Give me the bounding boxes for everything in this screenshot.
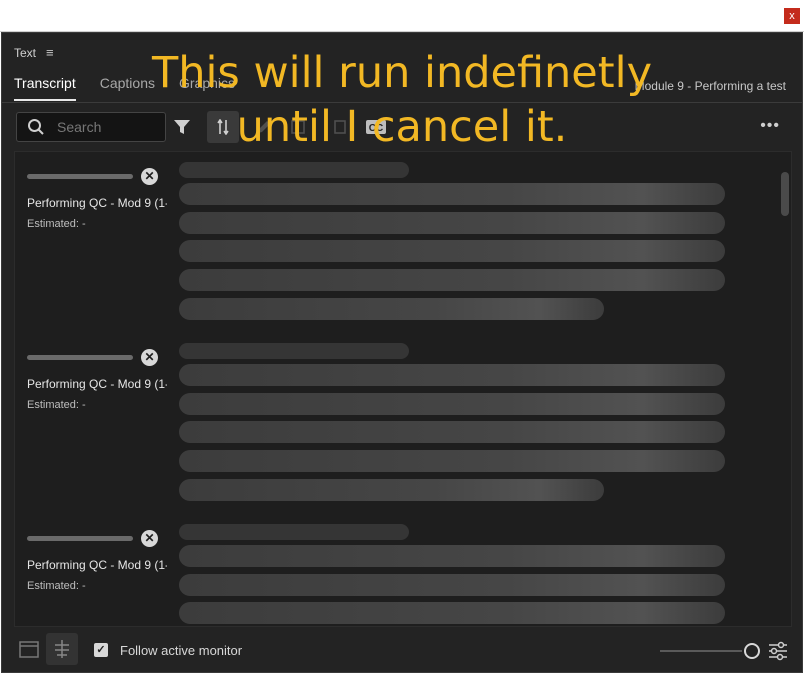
progress-bar xyxy=(27,536,133,541)
follow-monitor-label: Follow active monitor xyxy=(120,643,243,658)
placeholder-line xyxy=(179,450,725,472)
follow-monitor-checkbox[interactable]: ✓ xyxy=(94,643,108,657)
placeholder-line xyxy=(179,393,725,415)
placeholder-line xyxy=(179,183,725,205)
pencil-icon[interactable] xyxy=(248,111,280,143)
placeholder-line xyxy=(179,364,725,386)
transcription-queue: ✕ Performing QC - Mod 9 (1-3... Estimate… xyxy=(14,151,792,627)
panel-menu-icon[interactable]: ≡ xyxy=(46,45,54,60)
filter-icon[interactable] xyxy=(166,111,198,143)
sequence-title: Module 9 - Performing a test xyxy=(634,79,786,93)
export-icon[interactable] xyxy=(324,111,356,143)
zoom-slider-knob[interactable] xyxy=(744,643,760,659)
placeholder-line xyxy=(179,298,604,320)
job-estimate: Estimated: - xyxy=(27,399,86,411)
window-close-button[interactable]: x xyxy=(784,8,800,24)
sync-icon[interactable] xyxy=(207,111,239,143)
job-name: Performing QC - Mod 9 (1-3... xyxy=(27,377,167,391)
job-estimate: Estimated: - xyxy=(27,580,86,592)
tab-divider xyxy=(2,102,802,103)
placeholder-line xyxy=(179,421,725,443)
tab-graphics[interactable]: Graphics xyxy=(179,75,235,101)
search-placeholder: Search xyxy=(57,119,102,135)
text-panel: Text ≡ Transcript Captions Graphics Modu… xyxy=(1,32,803,673)
job-name: Performing QC - Mod 9 (1-3... xyxy=(27,196,167,210)
search-icon xyxy=(28,119,44,135)
placeholder-line xyxy=(179,479,604,501)
placeholder-line xyxy=(179,524,409,540)
search-input[interactable]: Search xyxy=(16,112,166,142)
job-estimate: Estimated: - xyxy=(27,218,86,230)
placeholder-line xyxy=(179,212,725,234)
job-name: Performing QC - Mod 9 (1-3... xyxy=(27,558,167,572)
progress-bar xyxy=(27,174,133,179)
cancel-job-button[interactable]: ✕ xyxy=(141,530,158,547)
svg-text:CC: CC xyxy=(369,123,383,134)
settings-sliders-icon[interactable] xyxy=(768,641,788,661)
import-icon[interactable] xyxy=(282,111,314,143)
panel-header: Text ≡ xyxy=(14,45,54,60)
cc-icon[interactable]: CC xyxy=(360,111,392,143)
list-item: ✕ Performing QC - Mod 9 (1-3... Estimate… xyxy=(15,152,775,322)
tab-transcript[interactable]: Transcript xyxy=(14,75,76,101)
placeholder-line xyxy=(179,602,725,624)
tab-captions[interactable]: Captions xyxy=(100,75,155,101)
tab-bar: Transcript Captions Graphics xyxy=(14,75,235,101)
list-item: ✕ Performing QC - Mod 9 (1-3... Estimate… xyxy=(15,514,775,626)
placeholder-line xyxy=(179,269,725,291)
scrollbar[interactable] xyxy=(781,172,789,216)
zoom-slider[interactable] xyxy=(660,650,742,652)
progress-bar xyxy=(27,355,133,360)
placeholder-line xyxy=(179,343,409,359)
list-item: ✕ Performing QC - Mod 9 (1-3... Estimate… xyxy=(15,333,775,503)
cancel-job-button[interactable]: ✕ xyxy=(141,349,158,366)
placeholder-line xyxy=(179,240,725,262)
more-options-icon[interactable]: ••• xyxy=(760,117,780,135)
import-caption-file-icon[interactable] xyxy=(14,633,46,665)
placeholder-line xyxy=(179,545,725,567)
cancel-job-button[interactable]: ✕ xyxy=(141,168,158,185)
panel-footer: ✓ Follow active monitor xyxy=(2,629,802,671)
window-titlebar: x xyxy=(0,0,804,32)
placeholder-line xyxy=(179,162,409,178)
panel-title: Text xyxy=(14,45,37,60)
transcript-view-icon[interactable] xyxy=(46,633,78,665)
placeholder-line xyxy=(179,574,725,596)
